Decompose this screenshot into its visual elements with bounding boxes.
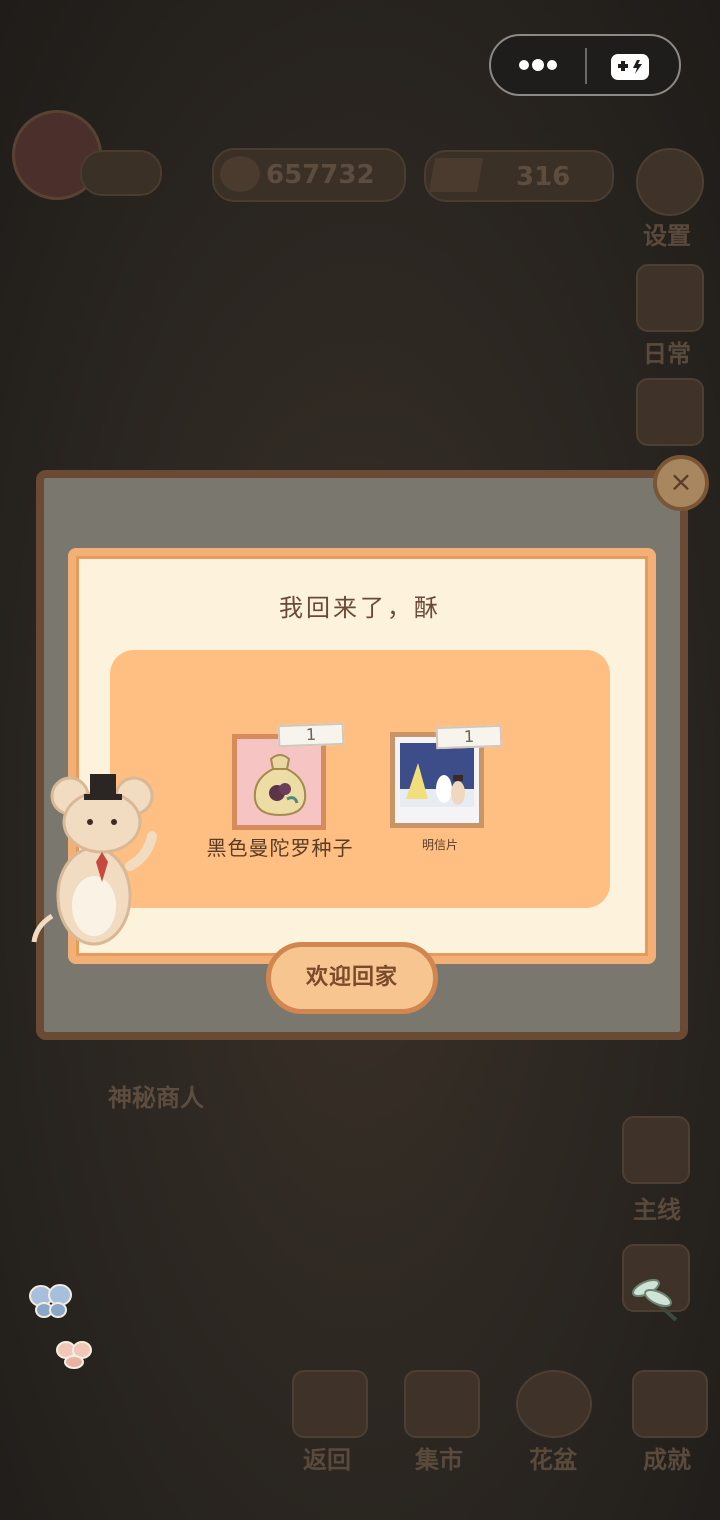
- fish-icon: [220, 156, 260, 192]
- postcard-count-tag: 1: [435, 724, 503, 750]
- dialog-title: 我回来了，酥: [279, 594, 441, 622]
- butterfly-blue-icon: [28, 1282, 74, 1320]
- nav-return-label[interactable]: 返回: [282, 1440, 372, 1475]
- nav-achievement-label[interactable]: 成就: [622, 1440, 712, 1475]
- main-quest-label: 主线: [633, 1196, 681, 1224]
- welcome-home-button[interactable]: 欢迎回家: [266, 942, 438, 1014]
- mouse-mascot: [30, 766, 164, 950]
- reward-item-seed[interactable]: [232, 734, 326, 830]
- cheese-icon: [429, 158, 483, 192]
- daily-notebook-icon[interactable]: [636, 264, 704, 332]
- cheese-counter: 316: [424, 150, 614, 202]
- market-icon[interactable]: [404, 1370, 480, 1438]
- return-icon[interactable]: [292, 1370, 368, 1438]
- flowerpot-icon[interactable]: [516, 1370, 592, 1438]
- nav-flowerpot-label[interactable]: 花盆: [508, 1440, 598, 1475]
- dragonfly-icon: [626, 1276, 684, 1326]
- gamepad-icon[interactable]: [609, 50, 653, 84]
- butterfly-pink-icon: [56, 1338, 92, 1370]
- seed-bag-icon: [243, 749, 317, 819]
- settings-label: 设置: [643, 222, 691, 250]
- capsule-divider: [585, 48, 587, 84]
- fish-count: 657732: [266, 160, 375, 190]
- mysterious-merchant-label: 神秘商人: [108, 1084, 204, 1112]
- settings-gear-icon[interactable]: [636, 148, 704, 216]
- reward-panel: [110, 650, 610, 908]
- mini-program-capsule: [489, 34, 681, 96]
- close-icon: ×: [669, 465, 693, 498]
- postcard-item-name: 明信片: [421, 838, 458, 852]
- nav-market-label[interactable]: 集市: [394, 1440, 484, 1475]
- close-button[interactable]: ×: [653, 455, 709, 511]
- seed-count-tag: 1: [277, 722, 345, 748]
- level-bar: [80, 150, 162, 196]
- event-icon[interactable]: [636, 378, 704, 446]
- fish-counter: 657732: [212, 148, 406, 202]
- main-quest-icon[interactable]: [622, 1116, 690, 1184]
- cheese-count: 316: [516, 162, 571, 192]
- postcard-icon: [400, 743, 474, 817]
- seed-item-name: 黑色曼陀罗种子: [206, 836, 354, 860]
- achievement-icon[interactable]: [632, 1370, 708, 1438]
- more-options-icon[interactable]: [515, 50, 565, 80]
- daily-label: 日常: [643, 340, 691, 368]
